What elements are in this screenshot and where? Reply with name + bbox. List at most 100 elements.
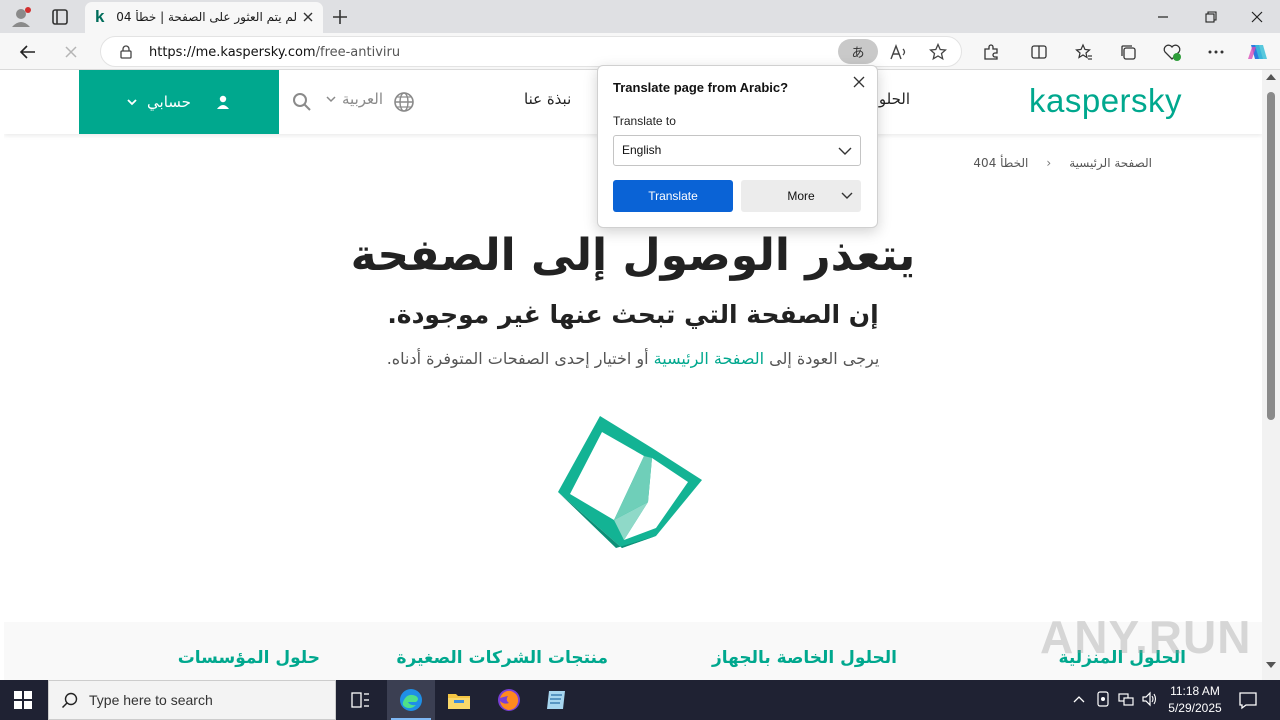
globe-icon[interactable] bbox=[393, 91, 415, 113]
url-path: /free-antiviru bbox=[315, 45, 401, 60]
home-page-link[interactable]: الصفحة الرئيسية bbox=[654, 349, 764, 368]
clock-time: 11:18 AM bbox=[1170, 684, 1220, 698]
split-screen-button[interactable] bbox=[1028, 41, 1050, 63]
close-tab-icon[interactable] bbox=[301, 10, 315, 24]
page-scrollbar[interactable] bbox=[1262, 70, 1280, 680]
kaspersky-favicon-icon: k bbox=[95, 7, 105, 26]
page-title: يتعذر الوصول إلى الصفحة bbox=[350, 230, 916, 281]
page-subtitle: إن الصفحة التي تبحث عنها غير موجودة. bbox=[387, 300, 879, 329]
tab-title: لم يتم العثور على الصفحة | خطأ 404 bbox=[117, 10, 297, 24]
firefox-icon bbox=[498, 689, 520, 711]
copilot-button[interactable] bbox=[1246, 41, 1268, 63]
nav-about-link[interactable]: نبذة عنا bbox=[524, 90, 571, 108]
show-hidden-icons-button[interactable] bbox=[1070, 690, 1088, 708]
close-icon bbox=[65, 46, 77, 58]
page-description: يرجى العودة إلى الصفحة الرئيسية أو اختيا… bbox=[4, 349, 1262, 368]
back-arrow-icon bbox=[19, 45, 35, 59]
restore-icon bbox=[1205, 10, 1217, 23]
description-text-before: يرجى العودة إلى bbox=[764, 349, 880, 368]
kaspersky-logo[interactable]: kaspersky bbox=[1029, 82, 1182, 120]
taskbar-clock[interactable]: 11:18 AM 5/29/2025 bbox=[1160, 683, 1230, 717]
copilot-icon bbox=[1248, 45, 1267, 59]
extensions-button[interactable] bbox=[980, 41, 1002, 63]
target-language-value: English bbox=[622, 143, 662, 157]
browser-essentials-button[interactable] bbox=[1161, 41, 1183, 63]
tray-network-icon[interactable] bbox=[1117, 690, 1135, 708]
notepad-app-icon bbox=[547, 691, 565, 709]
read-aloud-button[interactable] bbox=[888, 42, 908, 62]
breadcrumb-home-link[interactable]: الصفحة الرئيسية bbox=[1069, 156, 1152, 170]
tab-actions-icon[interactable] bbox=[50, 7, 70, 27]
favorites-button[interactable] bbox=[1073, 41, 1095, 63]
footer-enterprise-link[interactable]: حلول المؤسسات bbox=[178, 648, 320, 668]
scrollbar-thumb[interactable] bbox=[1267, 92, 1275, 420]
taskbar-search-placeholder: Type here to search bbox=[89, 692, 213, 708]
edge-browser-icon bbox=[400, 689, 422, 711]
read-aloud-icon bbox=[890, 44, 906, 60]
translate-to-label: Translate to bbox=[613, 114, 676, 128]
language-label: العربية bbox=[342, 90, 383, 108]
taskbar-firefox-button[interactable] bbox=[485, 680, 533, 720]
windows-taskbar: Type here to search 11:18 AM 5/29/2025 bbox=[0, 680, 1280, 720]
address-bar[interactable]: https://me.kaspersky.com/free-antiviru あ bbox=[100, 36, 962, 67]
shield-icon bbox=[1097, 691, 1109, 707]
folder-icon bbox=[448, 694, 470, 709]
search-icon bbox=[61, 692, 78, 709]
collections-button[interactable] bbox=[1117, 41, 1139, 63]
description-text-after: أو اختيار إحدى الصفحات المتوفرة أدناه. bbox=[386, 349, 654, 368]
favorites-icon bbox=[1075, 43, 1092, 60]
anyrun-watermark: ANY.RUN bbox=[1040, 611, 1252, 663]
back-button[interactable] bbox=[15, 39, 41, 65]
nav-solutions-link[interactable]: الحلول bbox=[874, 90, 910, 108]
translate-button[interactable]: Translate bbox=[613, 180, 733, 212]
url-text[interactable]: https://me.kaspersky.com/free-antiviru bbox=[149, 45, 400, 60]
clock-date: 5/29/2025 bbox=[1168, 701, 1222, 715]
translate-page-button[interactable]: あ bbox=[838, 39, 878, 64]
windows-start-icon[interactable] bbox=[14, 691, 32, 709]
breadcrumb: الصفحة الرئيسية ‹ الخطأ 404 bbox=[973, 156, 1152, 170]
chevron-down-icon bbox=[841, 192, 853, 199]
more-dots-icon bbox=[1208, 50, 1224, 54]
stop-loading-button[interactable] bbox=[58, 39, 84, 65]
profile-avatar-icon[interactable] bbox=[10, 6, 32, 28]
target-language-select[interactable]: English bbox=[613, 135, 861, 166]
footer-device-solutions-link[interactable]: الحلول الخاصة بالجهاز bbox=[712, 648, 897, 668]
translate-icon: あ bbox=[851, 46, 865, 61]
minimize-icon bbox=[1158, 15, 1168, 18]
tab-strip: k لم يتم العثور على الصفحة | خطأ 404 bbox=[0, 0, 1280, 33]
restore-button[interactable] bbox=[1188, 0, 1234, 33]
lock-icon[interactable] bbox=[119, 45, 133, 59]
settings-more-button[interactable] bbox=[1205, 41, 1227, 63]
notification-icon[interactable] bbox=[1238, 690, 1258, 710]
new-tab-icon[interactable] bbox=[330, 7, 350, 27]
network-icon bbox=[1118, 693, 1134, 706]
tray-volume-icon[interactable] bbox=[1140, 690, 1158, 708]
tray-security-icon[interactable] bbox=[1094, 690, 1112, 708]
task-view-button[interactable] bbox=[336, 680, 384, 720]
close-window-button[interactable] bbox=[1234, 0, 1280, 33]
my-account-button[interactable]: حسابي bbox=[79, 70, 279, 134]
task-view-icon bbox=[351, 692, 369, 708]
chevron-down-icon bbox=[326, 96, 336, 103]
search-icon[interactable] bbox=[292, 92, 312, 112]
my-account-label: حسابي bbox=[147, 93, 191, 111]
taskbar-edge-button[interactable] bbox=[387, 680, 435, 720]
close-icon[interactable] bbox=[851, 74, 867, 90]
favorite-star-button[interactable] bbox=[928, 42, 948, 62]
language-selector[interactable]: العربية bbox=[326, 90, 383, 108]
scroll-down-icon[interactable] bbox=[1266, 662, 1276, 668]
heart-pulse-icon bbox=[1163, 44, 1181, 61]
tab-active[interactable]: k لم يتم العثور على الصفحة | خطأ 404 bbox=[85, 2, 323, 33]
chevron-up-icon bbox=[1073, 696, 1085, 703]
puzzle-icon bbox=[984, 44, 998, 60]
user-icon bbox=[216, 95, 229, 109]
minimize-button[interactable] bbox=[1140, 0, 1186, 33]
footer-small-business-link[interactable]: منتجات الشركات الصغيرة bbox=[396, 648, 608, 668]
taskbar-file-explorer-button[interactable] bbox=[435, 680, 483, 720]
taskbar-app-button[interactable] bbox=[533, 680, 581, 720]
more-options-button[interactable]: More bbox=[741, 180, 861, 212]
chevron-down-icon bbox=[838, 147, 852, 155]
taskbar-search-box[interactable]: Type here to search bbox=[48, 680, 336, 720]
translate-popup-title: Translate page from Arabic? bbox=[613, 80, 789, 95]
scroll-up-icon[interactable] bbox=[1266, 74, 1276, 80]
